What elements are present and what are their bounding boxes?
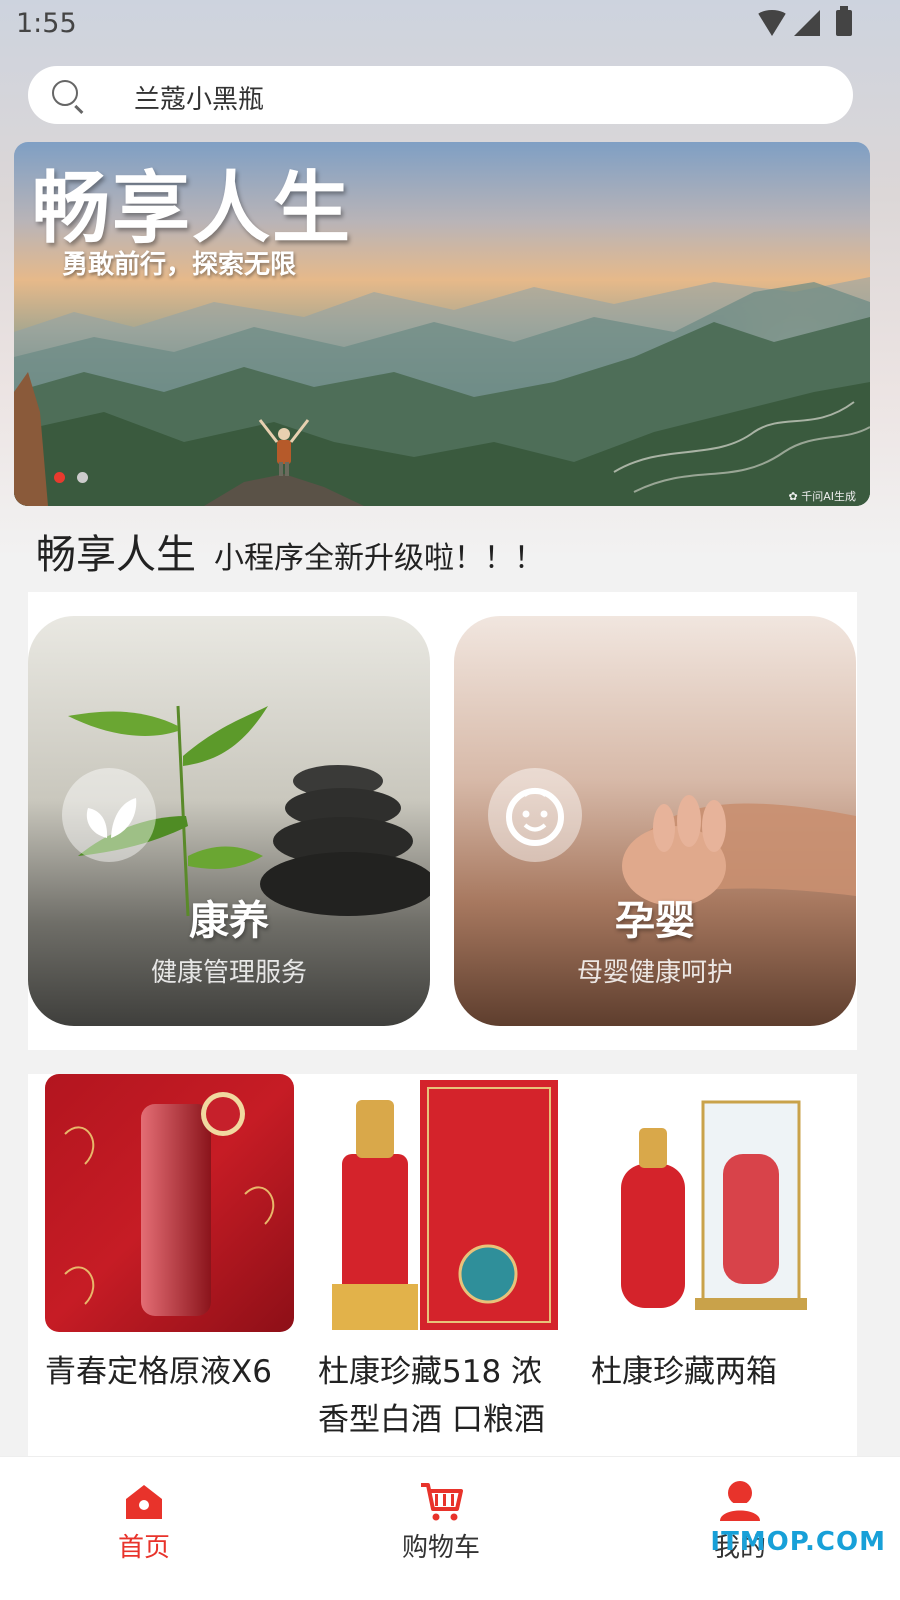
service-subtitle: 母婴健康呵护	[576, 958, 733, 988]
site-watermark: ITMOP.COM	[710, 1527, 886, 1557]
service-title: 孕婴	[615, 898, 695, 944]
search-icon	[52, 80, 78, 106]
product-card[interactable]: 杜康珍藏两箱	[591, 1074, 851, 1396]
banner-pagination	[54, 472, 88, 483]
baby-face-icon	[488, 768, 582, 862]
search-bar[interactable]: 兰蔻小黑瓶	[28, 66, 853, 124]
service-section: 康养 健康管理服务 孕婴 母婴健康呵护	[28, 592, 857, 1050]
service-title: 康养	[189, 898, 269, 944]
banner-carousel[interactable]: 畅享人生 勇敢前行，探索无限 ✿ 千问AI生成	[14, 142, 870, 506]
status-time: 1:55	[16, 8, 77, 39]
service-card-kangyang[interactable]: 康养 健康管理服务	[28, 616, 430, 1026]
announcement-text: 小程序全新升级啦！！！	[214, 541, 544, 576]
user-icon	[720, 1481, 760, 1521]
product-name: 杜康珍藏两箱	[591, 1354, 777, 1390]
banner-watermark: ✿ 千问AI生成	[788, 490, 856, 503]
battery-icon	[836, 6, 852, 36]
product-image[interactable]	[45, 1074, 294, 1332]
banner-dot-active[interactable]	[54, 472, 65, 483]
product-list: 青春定格原液X6 杜康珍藏518 浓香型白酒 口粮酒 杜康珍藏两箱	[28, 1074, 857, 1456]
product-image[interactable]	[591, 1074, 840, 1332]
tab-mine[interactable]: 我的	[640, 1457, 840, 1577]
banner-title: 畅享人生	[32, 163, 353, 254]
home-icon	[126, 1485, 162, 1519]
service-card-yunying[interactable]: 孕婴 母婴健康呵护	[454, 616, 856, 1026]
product-name: 杜康珍藏518 浓香型白酒 口粮酒	[318, 1354, 545, 1438]
product-name: 青春定格原液X6	[45, 1354, 272, 1390]
tab-cart-label: 购物车	[401, 1533, 480, 1563]
tab-cart[interactable]: 购物车	[341, 1457, 541, 1577]
tab-home[interactable]: 首页	[44, 1457, 244, 1577]
tab-home-label: 首页	[117, 1533, 170, 1563]
service-subtitle: 健康管理服务	[150, 958, 307, 988]
cart-icon	[421, 1483, 463, 1521]
search-input[interactable]: 兰蔻小黑瓶	[134, 79, 264, 116]
status-bar: 1:55	[0, 0, 900, 48]
announcement-title: 畅享人生	[36, 532, 196, 578]
banner-dot[interactable]	[77, 472, 88, 483]
status-icons	[756, 6, 852, 36]
wifi-icon	[756, 10, 788, 36]
bottom-tab-bar: 首页 购物车 我的 ITMOP.COM	[0, 1456, 900, 1600]
product-image[interactable]	[318, 1074, 567, 1332]
leaf-icon	[62, 768, 156, 862]
announcement[interactable]: 畅享人生 小程序全新升级啦！！！	[36, 522, 856, 578]
signal-icon	[794, 10, 820, 36]
product-card[interactable]: 杜康珍藏518 浓香型白酒 口粮酒	[318, 1074, 578, 1444]
banner-subtitle: 勇敢前行，探索无限	[62, 250, 297, 280]
product-card[interactable]: 青春定格原液X6	[45, 1074, 305, 1396]
